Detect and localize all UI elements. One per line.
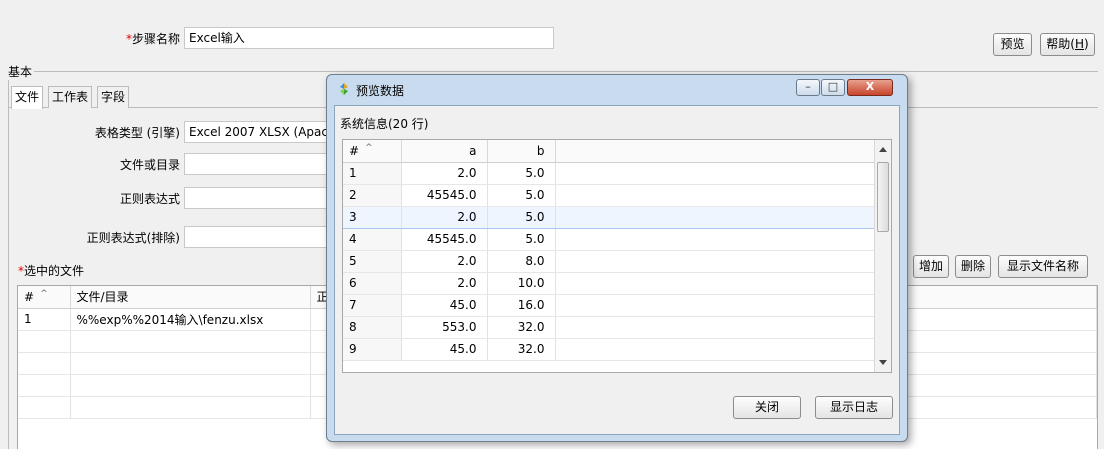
table-row[interactable]: 2 45545.0 5.0 xyxy=(343,184,875,207)
scroll-up-icon[interactable] xyxy=(879,146,887,152)
row-file-path: %%exp%%2014输入\fenzu.xlsx xyxy=(70,308,311,331)
column-header-index[interactable]: # ^ xyxy=(343,140,402,163)
step-name-input[interactable]: Excel输入 xyxy=(184,27,554,49)
column-header-file[interactable]: 文件/目录 xyxy=(70,286,311,309)
column-header-a[interactable]: a xyxy=(401,140,488,163)
preview-button[interactable]: 预览 xyxy=(993,33,1032,56)
group-border-left xyxy=(8,71,9,449)
minimize-icon[interactable]: – xyxy=(796,79,820,96)
help-button[interactable]: 帮助(H) xyxy=(1040,33,1095,56)
show-log-button[interactable]: 显示日志 xyxy=(815,396,893,419)
delete-file-button[interactable]: 删除 xyxy=(955,255,991,278)
regex-label: 正则表达式 xyxy=(119,192,180,206)
table-row-selected[interactable]: 3 2.0 5.0 xyxy=(343,205,875,229)
scroll-down-icon[interactable] xyxy=(879,360,887,366)
column-header-b[interactable]: b xyxy=(487,140,556,163)
file-or-dir-label: 文件或目录 xyxy=(119,158,180,172)
group-divider xyxy=(8,71,1098,72)
show-filenames-button[interactable]: 显示文件名称 xyxy=(998,255,1088,278)
tab-fields[interactable]: 字段 xyxy=(97,86,130,108)
table-type-select[interactable]: Excel 2007 XLSX (Apac xyxy=(184,121,344,143)
regex-input[interactable] xyxy=(184,187,344,209)
app-logo-icon xyxy=(340,83,348,95)
group-title: 基本 xyxy=(8,63,35,80)
table-row[interactable]: 8 553.0 32.0 xyxy=(343,316,875,339)
scrollbar-thumb[interactable] xyxy=(877,162,889,232)
preview-data-table: # ^ a b 1 2.0 5.0 2 45545.0 5.0 3 2.0 5.0 4 4554… xyxy=(342,139,892,373)
maximize-icon[interactable]: □ xyxy=(821,79,845,96)
step-name-label: *步骤名称 xyxy=(125,32,180,46)
tab-file[interactable]: 文件 xyxy=(11,86,44,109)
table-type-label: 表格类型 (引擎) xyxy=(94,126,180,140)
table-row[interactable]: 1 2.0 5.0 xyxy=(343,162,875,185)
column-header-index[interactable]: # ^ xyxy=(18,286,71,309)
add-file-button[interactable]: 增加 xyxy=(913,255,949,278)
table-row[interactable]: 6 2.0 10.0 xyxy=(343,272,875,295)
sort-up-icon: ^ xyxy=(40,289,48,300)
table-row[interactable]: 5 2.0 8.0 xyxy=(343,250,875,273)
regex-exclude-label: 正则表达式(排除) xyxy=(86,231,180,245)
dialog-titlebar[interactable]: 预览数据 – □ X xyxy=(327,75,907,103)
sort-up-icon: ^ xyxy=(365,143,373,154)
row-count-info: 系统信息(20 行) xyxy=(340,117,429,131)
table-row[interactable]: 4 45545.0 5.0 xyxy=(343,228,875,251)
tab-worksheet[interactable]: 工作表 xyxy=(48,86,93,108)
dialog-body: 系统信息(20 行) # ^ a b 1 2.0 5.0 2 45545.0 5.0 32… xyxy=(334,105,900,435)
vertical-scrollbar[interactable] xyxy=(874,140,891,372)
table-row[interactable]: 9 45.0 32.0 xyxy=(343,338,875,361)
regex-exclude-input[interactable] xyxy=(184,226,344,248)
preview-dialog: 预览数据 – □ X 系统信息(20 行) # ^ a b 1 2.0 5.0 2 45… xyxy=(326,74,908,442)
close-button[interactable]: 关闭 xyxy=(733,396,801,419)
row-index: 1 xyxy=(18,308,71,331)
close-icon[interactable]: X xyxy=(847,79,893,96)
table-row[interactable]: 7 45.0 16.0 xyxy=(343,294,875,317)
file-or-dir-input[interactable] xyxy=(184,153,344,175)
selected-files-label: *选中的文件 xyxy=(18,264,85,278)
dialog-title: 预览数据 xyxy=(356,84,405,98)
